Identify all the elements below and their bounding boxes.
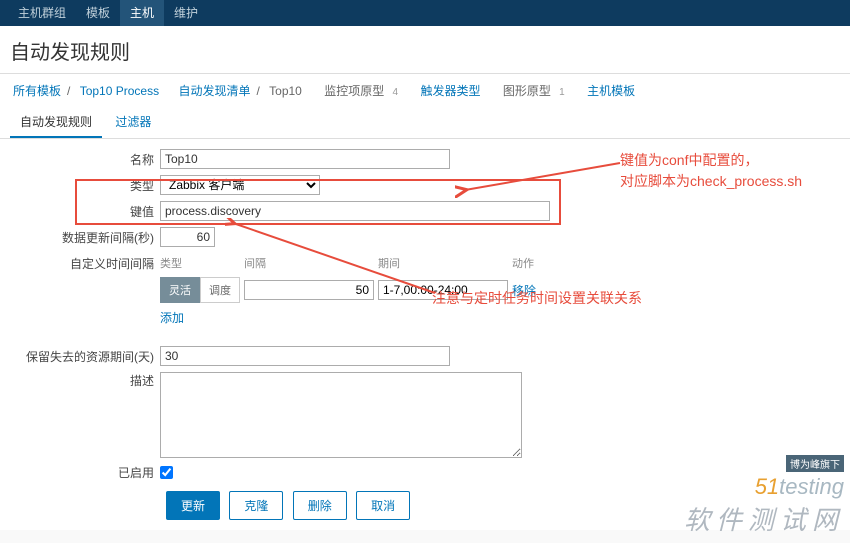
label-type: 类型: [0, 177, 160, 194]
breadcrumb: 所有模板/ Top10 Process 自动发现清单/ Top10 监控项原型 …: [0, 74, 850, 107]
th-action: 动作: [512, 253, 540, 275]
label-interval: 数据更新间隔(秒): [0, 229, 160, 246]
nav-hosts[interactable]: 主机: [120, 0, 164, 26]
form: 名称 类型 Zabbix 客户端 键值 数据更新间隔(秒) 自定义时间间隔 类型…: [0, 139, 850, 530]
key-field[interactable]: [160, 201, 550, 221]
name-field[interactable]: [160, 149, 450, 169]
label-description: 描述: [0, 372, 160, 389]
interval-field[interactable]: [160, 227, 215, 247]
th-type: 类型: [160, 253, 244, 275]
bc-discovery-list[interactable]: 自动发现清单: [178, 84, 250, 98]
enabled-checkbox[interactable]: [160, 466, 173, 479]
delete-button[interactable]: 删除: [293, 491, 347, 520]
button-row: 更新 克隆 删除 取消: [0, 491, 840, 520]
nav-maintenance[interactable]: 维护: [164, 0, 208, 26]
period-field[interactable]: [378, 280, 508, 300]
bc-template[interactable]: Top10 Process: [80, 84, 159, 98]
add-link[interactable]: 添加: [160, 309, 184, 326]
tab-discovery-rule[interactable]: 自动发现规则: [10, 107, 102, 138]
label-key: 键值: [0, 203, 160, 220]
seg-flexible[interactable]: 灵活: [160, 277, 200, 303]
th-period: 期间: [378, 253, 512, 275]
nav-hostgroups[interactable]: 主机群组: [8, 0, 76, 26]
label-name: 名称: [0, 151, 160, 168]
tab-filters[interactable]: 过滤器: [105, 107, 161, 136]
tabs: 自动发现规则 过滤器: [0, 107, 850, 139]
bc-current: Top10: [269, 84, 302, 98]
keep-lost-field[interactable]: [160, 346, 450, 366]
label-custom-interval: 自定义时间间隔: [0, 253, 160, 272]
type-select[interactable]: Zabbix 客户端: [160, 175, 320, 195]
seg-scheduling[interactable]: 调度: [200, 277, 240, 303]
update-button[interactable]: 更新: [166, 491, 220, 520]
cancel-button[interactable]: 取消: [356, 491, 410, 520]
remove-link[interactable]: 移除: [512, 284, 536, 298]
description-field[interactable]: [160, 372, 522, 458]
bc-host-templates[interactable]: 主机模板: [587, 84, 635, 98]
label-enabled: 已启用: [0, 464, 160, 481]
gap-field[interactable]: [244, 280, 374, 300]
th-gap: 间隔: [244, 253, 378, 275]
clone-button[interactable]: 克隆: [229, 491, 283, 520]
bc-all-templates[interactable]: 所有模板: [13, 84, 61, 98]
interval-table: 类型 间隔 期间 动作 灵活调度 移除: [160, 253, 540, 305]
bc-graph-proto[interactable]: 图形原型 1: [500, 84, 568, 98]
top-nav: 主机群组 模板 主机 维护: [0, 0, 850, 26]
nav-templates[interactable]: 模板: [76, 0, 120, 26]
bc-item-proto[interactable]: 监控项原型 4: [321, 84, 401, 98]
bc-trigger-proto[interactable]: 触发器类型: [420, 84, 480, 98]
page-title: 自动发现规则: [0, 26, 850, 74]
label-keep-lost: 保留失去的资源期间(天): [0, 348, 160, 365]
